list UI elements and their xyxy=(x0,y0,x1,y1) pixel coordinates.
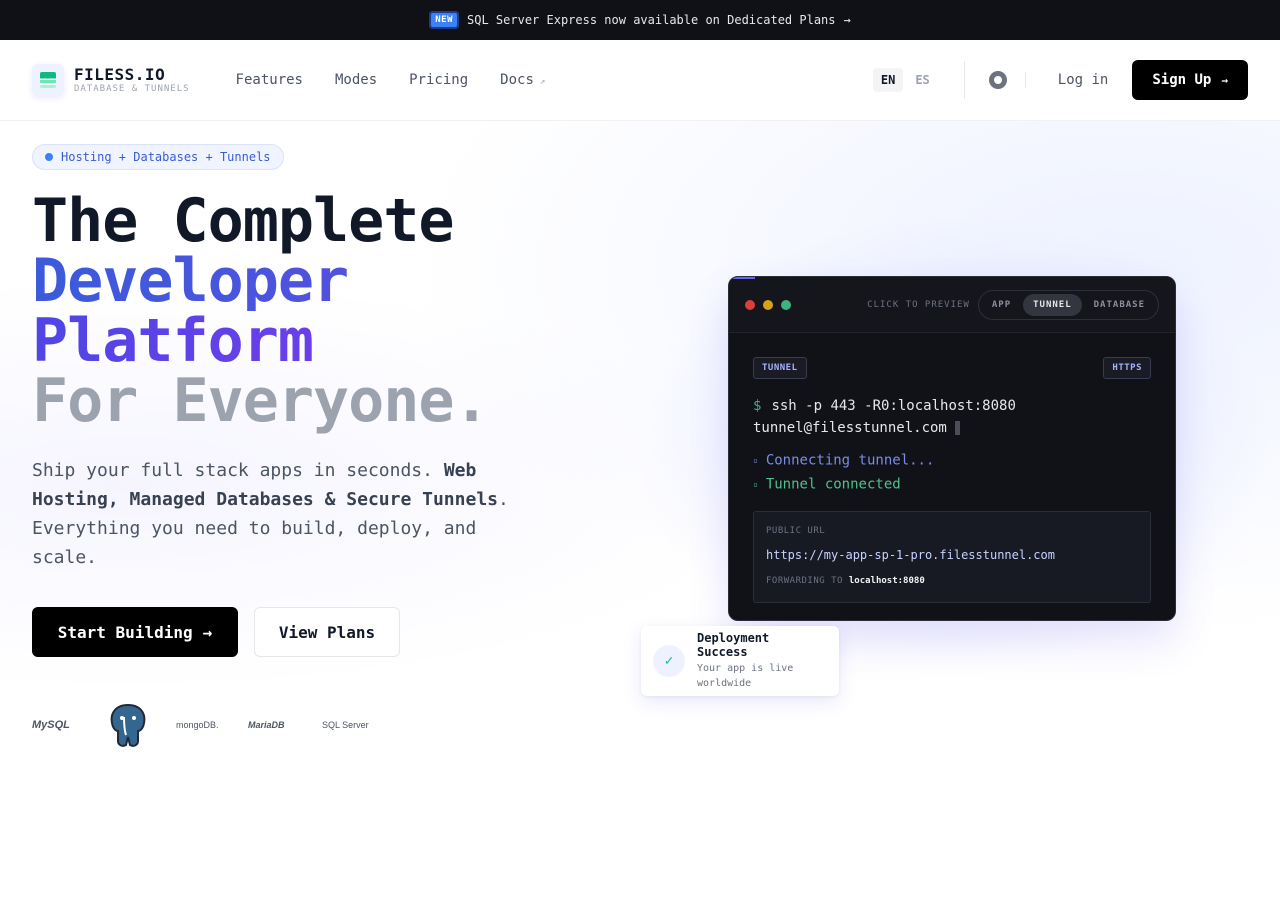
logo-tagline: DATABASE & TUNNELS xyxy=(74,83,190,94)
nav-docs-label: Docs xyxy=(500,72,534,88)
arrow-right-icon: → xyxy=(843,13,851,27)
terminal-titlebar: CLICK TO PREVIEW APP TUNNEL DATABASE xyxy=(729,277,1175,333)
forwarding-info: FORWARDING TO localhost:8080 xyxy=(766,576,1138,586)
close-dot-icon xyxy=(745,299,755,310)
nav-modes[interactable]: Modes xyxy=(335,72,377,88)
desc-pre: Ship your full stack apps in seconds. xyxy=(32,460,444,481)
github-icon[interactable] xyxy=(988,71,1007,89)
deployment-toast: ✓ Deployment Success Your app is live wo… xyxy=(641,626,839,696)
hero-title-line-3: Platform xyxy=(32,311,489,371)
square-bullet-icon: ▫ xyxy=(753,456,758,465)
public-url-box: PUBLIC URL https://my-app-sp-1-pro.files… xyxy=(753,511,1151,603)
preview-tabs: APP TUNNEL DATABASE xyxy=(977,289,1159,320)
sqlserver-logo: SQL Server xyxy=(322,720,369,730)
login-link[interactable]: Log in xyxy=(1058,72,1109,88)
logo[interactable]: FILESS.IO DATABASE & TUNNELS xyxy=(32,64,190,96)
hero-title: The Complete Developer Platform For Ever… xyxy=(32,186,490,436)
tab-database[interactable]: DATABASE xyxy=(1084,294,1155,316)
status-connected: ▫ Tunnel connected xyxy=(753,473,1151,497)
lang-es[interactable]: ES xyxy=(907,68,937,92)
hero-title-line-1: The Complete xyxy=(32,186,454,256)
mysql-logo: MySQL xyxy=(32,719,70,731)
start-building-button[interactable]: Start Building → xyxy=(32,607,238,657)
public-url-label: PUBLIC URL xyxy=(766,526,826,536)
language-switcher: EN ES xyxy=(872,68,938,92)
logo-name: FILESS.IO xyxy=(74,64,166,84)
signup-label: Sign Up xyxy=(1152,72,1212,88)
arrow-right-icon: → xyxy=(202,622,213,642)
new-badge: NEW xyxy=(429,11,460,29)
lang-en[interactable]: EN xyxy=(872,68,904,92)
status-connecting: ▫ Connecting tunnel... xyxy=(753,449,1151,473)
hero-description: Ship your full stack apps in seconds. We… xyxy=(32,456,522,572)
external-link-icon: ↗ xyxy=(539,77,546,87)
https-tag: HTTPS xyxy=(1103,357,1151,379)
minimize-dot-icon xyxy=(763,299,773,310)
divider xyxy=(963,61,965,99)
terminal-command: $ ssh -p 443 -R0:localhost:8080 tunnel@fi… xyxy=(753,395,1151,439)
tab-app[interactable]: APP xyxy=(982,294,1021,316)
postgresql-logo xyxy=(110,703,146,747)
hero-section: Hosting + Databases + Tunnels The Comple… xyxy=(0,121,1280,849)
public-url[interactable]: https://my-app-sp-1-pro.filesstunnel.com xyxy=(766,548,1138,562)
mongodb-logo: mongoDB. xyxy=(176,720,219,730)
announcement-bar[interactable]: NEW SQL Server Express now available on … xyxy=(0,0,1280,40)
terminal-preview: CLICK TO PREVIEW APP TUNNEL DATABASE TUN… xyxy=(608,196,1280,696)
click-to-preview-label: CLICK TO PREVIEW xyxy=(867,299,970,310)
tunnel-tag: TUNNEL xyxy=(753,357,807,379)
maximize-dot-icon xyxy=(781,299,791,310)
arrow-right-icon: → xyxy=(1221,73,1228,87)
database-logo-icon xyxy=(32,64,64,96)
nav-docs[interactable]: Docs ↗ xyxy=(500,72,545,88)
terminal-window: CLICK TO PREVIEW APP TUNNEL DATABASE TUN… xyxy=(728,276,1176,621)
toast-title: Deployment Success xyxy=(697,631,770,659)
square-bullet-icon: ▫ xyxy=(753,479,758,489)
announcement-message[interactable]: SQL Server Express now available on Dedi… xyxy=(467,13,835,27)
start-building-label: Start Building xyxy=(57,622,193,642)
check-icon: ✓ xyxy=(653,645,685,677)
tab-tunnel[interactable]: TUNNEL xyxy=(1023,293,1082,316)
divider xyxy=(1024,72,1026,88)
nav-pricing[interactable]: Pricing xyxy=(409,72,468,88)
command-line-1: ssh -p 443 -R0:localhost:8080 xyxy=(771,398,1016,414)
main-nav: Features Modes Pricing Docs ↗ xyxy=(236,72,546,88)
view-plans-button[interactable]: View Plans xyxy=(254,607,400,657)
hero-title-line-4: For Everyone. xyxy=(32,366,490,436)
mariadb-logo: MariaDB xyxy=(248,720,285,730)
terminal-body: TUNNEL HTTPS $ ssh -p 443 -R0:localhost:8… xyxy=(729,333,1175,620)
hero-title-line-2: Developer xyxy=(32,251,489,311)
database-logos: MySQL mongoDB. MariaDB SQL Server xyxy=(32,701,376,749)
site-header: FILESS.IO DATABASE & TUNNELS Features Mo… xyxy=(0,40,1280,121)
status-connected-text: Tunnel connected xyxy=(765,476,901,492)
hero-pill-text: Hosting + Databases + Tunnels xyxy=(61,150,271,164)
cursor xyxy=(954,421,960,435)
status-connecting-text: Connecting tunnel... xyxy=(765,452,935,469)
forwarding-label: FORWARDING TO xyxy=(766,576,843,586)
hero-pill: Hosting + Databases + Tunnels xyxy=(32,144,284,170)
command-line-2: tunnel@filesstunnel.com xyxy=(753,420,947,436)
signup-button[interactable]: Sign Up → xyxy=(1132,60,1248,100)
nav-features[interactable]: Features xyxy=(236,72,303,88)
dot-icon xyxy=(45,153,53,161)
forwarding-target: localhost:8080 xyxy=(848,576,925,586)
toast-body: Your app is live worldwide xyxy=(697,663,794,689)
prompt-symbol: $ xyxy=(753,398,762,414)
